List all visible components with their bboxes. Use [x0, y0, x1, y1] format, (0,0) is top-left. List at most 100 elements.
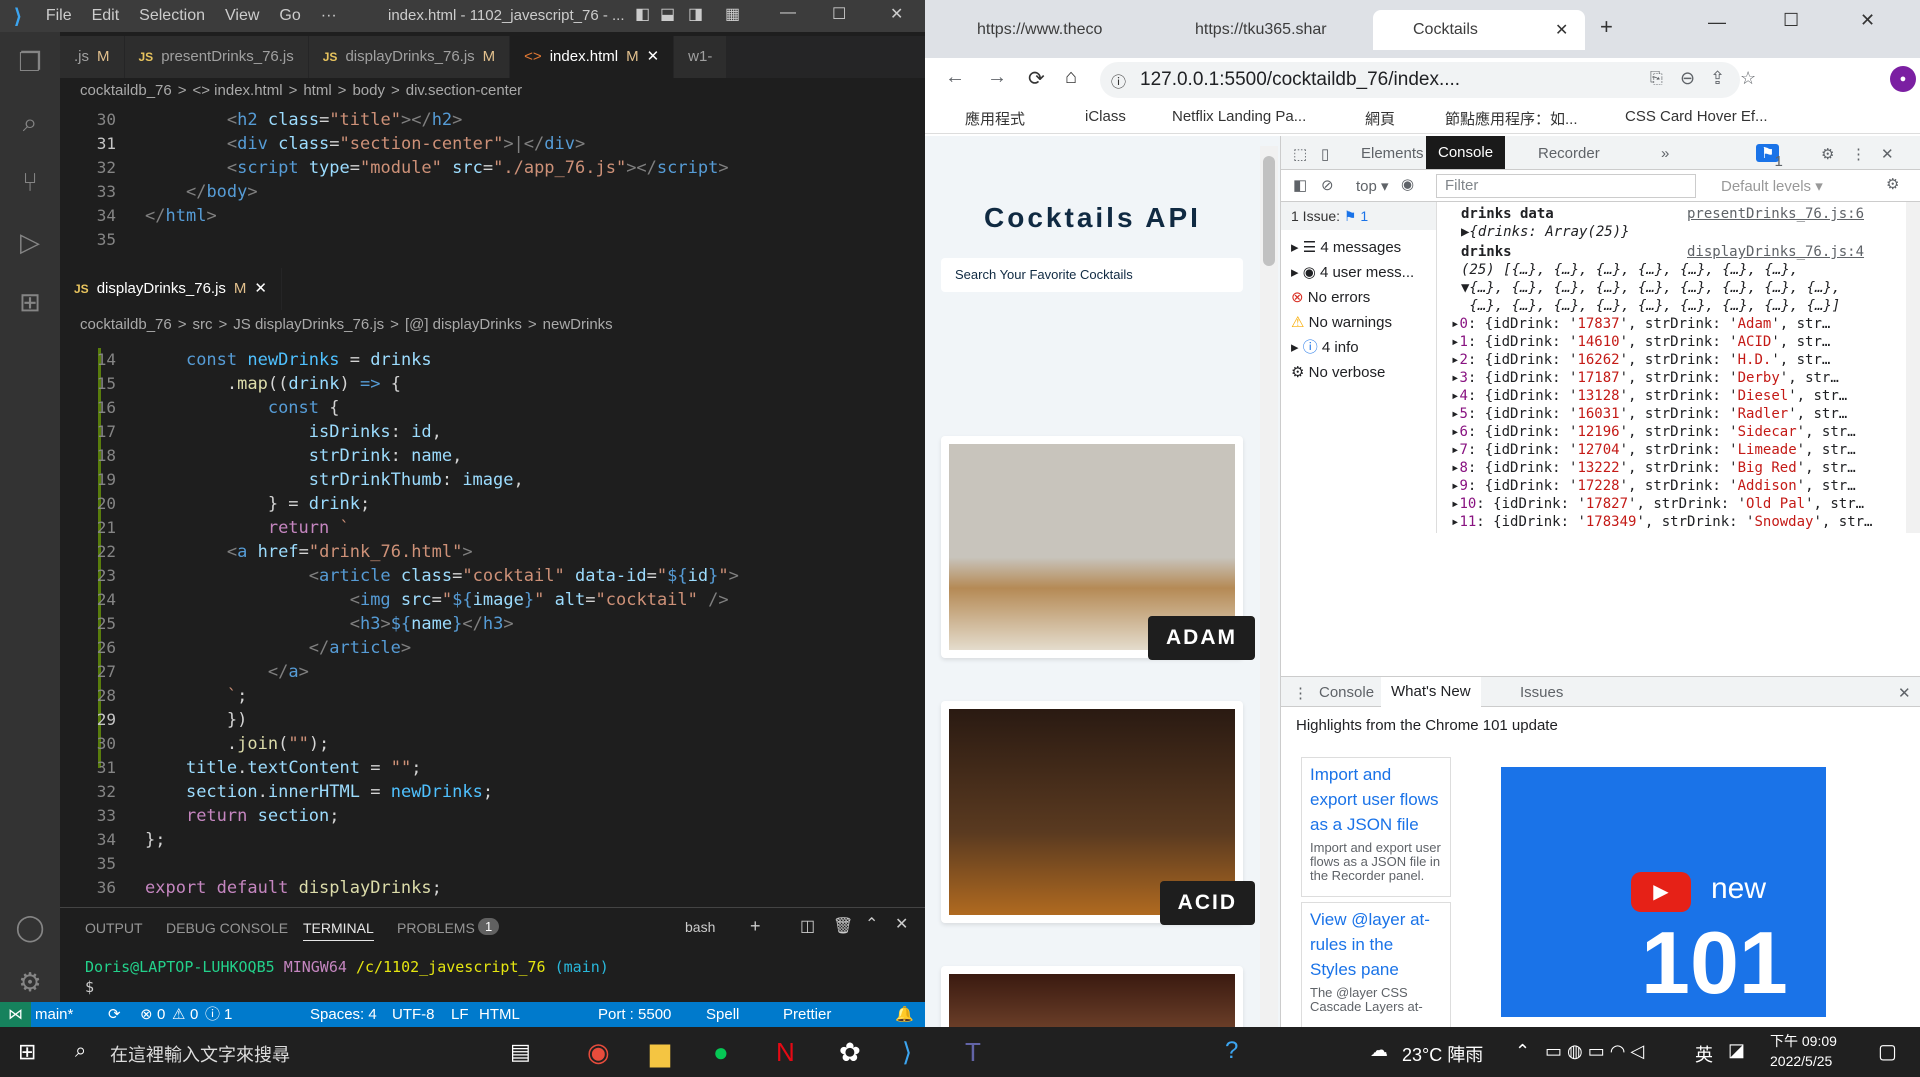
drawer-menu-icon[interactable]: ⋮ [1293, 684, 1308, 702]
cocktail-card[interactable] [941, 966, 1243, 1027]
extensions-icon[interactable]: ⊞ [15, 287, 45, 317]
run-debug-icon[interactable]: ▷ [15, 227, 45, 257]
remote-indicator-icon[interactable]: ⋈ [0, 1002, 31, 1027]
warnings-count[interactable]: 0 [190, 1002, 198, 1027]
whats-new-item[interactable]: View @layer at-rules in the Styles pane … [1301, 902, 1451, 1028]
minimize-icon[interactable]: — [1708, 12, 1726, 33]
console-scrollbar[interactable] [1906, 202, 1920, 533]
bookmark-css-card[interactable]: CSS Card Hover Ef... [1625, 108, 1768, 125]
translate-icon[interactable]: ⎘ [1650, 70, 1663, 88]
encoding-status[interactable]: UTF-8 [392, 1002, 435, 1027]
url-bar[interactable]: 127.0.0.1:5500/cocktaildb_76/index.... [1100, 62, 1740, 98]
site-info-icon[interactable]: ⓘ [1111, 71, 1126, 92]
array-entry[interactable]: ▸9: {idDrink: '17228', strDrink: 'Addiso… [1451, 478, 1856, 496]
array-entry[interactable]: ▸10: {idDrink: '17827', strDrink: 'Old P… [1451, 496, 1864, 514]
bookmark-iclass[interactable]: iClass [1085, 108, 1126, 125]
panel-tab-problems[interactable]: PROBLEMS [397, 920, 475, 936]
close-devtools-icon[interactable]: ✕ [1881, 145, 1894, 163]
add-terminal-icon[interactable]: + [750, 916, 761, 937]
drawer-tab-console[interactable]: Console [1319, 684, 1374, 701]
prettier-status[interactable]: Prettier [783, 1002, 831, 1027]
notifications-bell-icon[interactable]: 🔔 [895, 1002, 914, 1027]
errors-icon[interactable]: ⊗ [140, 1002, 153, 1027]
terminal-shell-select[interactable]: bash [685, 919, 715, 935]
task-view-icon[interactable]: ▤ [510, 1039, 531, 1065]
panel-toggle-icon[interactable]: ⬓ [660, 4, 675, 24]
menu-selection[interactable]: Selection [129, 7, 215, 25]
new-tab-icon[interactable]: + [1600, 14, 1613, 40]
whats-new-item-title[interactable]: Import and export user flows as a JSON f… [1310, 762, 1442, 837]
errors-count[interactable]: 0 [157, 1002, 165, 1027]
drawer-tab-whats-new[interactable]: What's New [1381, 677, 1481, 707]
array-entry[interactable]: ▸0: {idDrink: '17837', strDrink: 'Adam',… [1451, 316, 1830, 334]
sidebar-toggle-icon[interactable]: ◨ [688, 4, 703, 24]
array-entry[interactable]: ▸3: {idDrink: '17187', strDrink: 'Derby'… [1451, 370, 1839, 388]
ime-mode-icon[interactable]: ◪ [1728, 1040, 1745, 1061]
console-settings-gear-icon[interactable]: ⚙ [1886, 175, 1899, 193]
notifications-icon[interactable]: ▢ [1878, 1039, 1897, 1064]
tab-js-partial[interactable]: .js M [60, 36, 125, 78]
reload-icon[interactable]: ⟳ [1028, 66, 1045, 91]
more-options-icon[interactable]: ⋮ [1851, 145, 1866, 163]
devtools-tab-recorder[interactable]: Recorder [1538, 145, 1600, 162]
page-scrollbar[interactable] [1260, 146, 1278, 1027]
browser-tab-2[interactable]: https://tku365.shar [1155, 10, 1370, 50]
layout-toggle-icon[interactable]: ◧ [635, 4, 650, 24]
minimize-icon[interactable]: — [780, 4, 796, 22]
help-icon[interactable]: ? [1225, 1037, 1238, 1065]
whats-new-item-title[interactable]: View @layer at-rules in the Styles pane [1310, 907, 1442, 982]
array-entry[interactable]: ▸2: {idDrink: '16262', strDrink: 'H.D.',… [1451, 352, 1830, 370]
bookmark-apps[interactable]: 應用程式 [965, 108, 1025, 129]
tab-displaydrinks[interactable]: JS displayDrinks_76.js M [308, 36, 511, 78]
array-entry[interactable]: ▸6: {idDrink: '12196', strDrink: 'Sideca… [1451, 424, 1856, 442]
array-entry[interactable]: ▸5: {idDrink: '16031', strDrink: 'Radler… [1451, 406, 1847, 424]
settings-gear-icon[interactable]: ⚙ [1821, 145, 1834, 163]
devtools-tab-console[interactable]: Console [1426, 136, 1506, 169]
profile-avatar[interactable]: ● [1890, 66, 1916, 92]
branch-status[interactable]: main* [35, 1002, 73, 1027]
teams-icon[interactable]: T [965, 1037, 981, 1068]
context-select[interactable]: top ▾ [1356, 177, 1389, 195]
tab-presentdrinks[interactable]: JS presentDrinks_76.js [124, 36, 309, 78]
issues-bar[interactable]: 1 Issue: ⚑ 1 [1281, 202, 1436, 230]
tab-close-icon[interactable]: ✕ [647, 48, 660, 65]
bookmark-node[interactable]: 節點應用程序：如... [1445, 108, 1578, 129]
array-entry[interactable]: ▸11: {idDrink: '178349', strDrink: 'Snow… [1451, 514, 1873, 532]
close-drawer-icon[interactable]: ✕ [1898, 684, 1911, 702]
taskbar-search-input[interactable]: 在這裡輸入文字來搜尋 [110, 1041, 290, 1067]
array-summary[interactable]: ▼{…}, {…}, {…}, {…}, {…}, {…}, {…}, {…},… [1461, 280, 1840, 298]
sidebar-errors[interactable]: ⊗ No errors [1291, 286, 1436, 310]
customize-layout-icon[interactable]: ▦ [725, 4, 740, 24]
manage-gear-icon[interactable]: ⚙ [15, 967, 45, 997]
menu-go[interactable]: Go [269, 7, 310, 25]
account-icon[interactable]: ◯ [15, 912, 45, 942]
home-icon[interactable]: ⌂ [1065, 66, 1077, 89]
weather-status[interactable]: 23°C 陣雨 [1402, 1041, 1483, 1067]
drawer-tab-issues[interactable]: Issues [1520, 684, 1563, 701]
inspect-icon[interactable]: ⬚ [1293, 145, 1307, 163]
sidebar-messages[interactable]: ▸ ☰ 4 messages [1291, 236, 1436, 260]
source-control-icon[interactable]: ⑂ [15, 167, 45, 197]
close-window-icon[interactable]: ✕ [1860, 10, 1875, 31]
tab-displaydrinks-bottom[interactable]: JS displayDrinks_76.js M ✕ [60, 268, 282, 310]
explorer-icon[interactable]: ❐ [15, 47, 45, 77]
array-entry[interactable]: ▸8: {idDrink: '13222', strDrink: 'Big Re… [1451, 460, 1856, 478]
sidebar-warnings[interactable]: ⚠ No warnings [1291, 311, 1436, 335]
clock-time[interactable]: 下午 09:09 [1770, 1031, 1837, 1051]
tray-chevron-icon[interactable]: ⌃ [1515, 1041, 1530, 1062]
bookmark-star-icon[interactable]: ☆ [1740, 68, 1756, 89]
issues-badge[interactable]: ⚑ 1 [1756, 144, 1783, 170]
maximize-panel-icon[interactable]: ⌃ [865, 914, 878, 934]
spaces-status[interactable]: Spaces: 4 [310, 1002, 377, 1027]
search-input[interactable]: Search Your Favorite Cocktails [941, 258, 1243, 292]
warnings-icon[interactable]: ⚠ [172, 1002, 185, 1027]
sidebar-toggle-icon[interactable]: ◧ [1293, 176, 1307, 194]
tab-close-icon[interactable]: ✕ [254, 280, 267, 297]
cocktail-card[interactable]: ADAM [941, 436, 1255, 660]
line-app-icon[interactable]: ● [713, 1037, 729, 1068]
menu-view[interactable]: View [215, 7, 269, 25]
chrome-icon[interactable]: ◉ [587, 1037, 610, 1068]
youtube-play-icon[interactable]: ▶ [1631, 872, 1691, 912]
editor-index-html[interactable]: 30 <h2 class="title"></h2> 31 <div class… [60, 106, 925, 266]
terminal-prompt-line[interactable]: Doris@LAPTOP-LUHKOQB5 MINGW64 /c/1102_ja… [85, 958, 609, 976]
